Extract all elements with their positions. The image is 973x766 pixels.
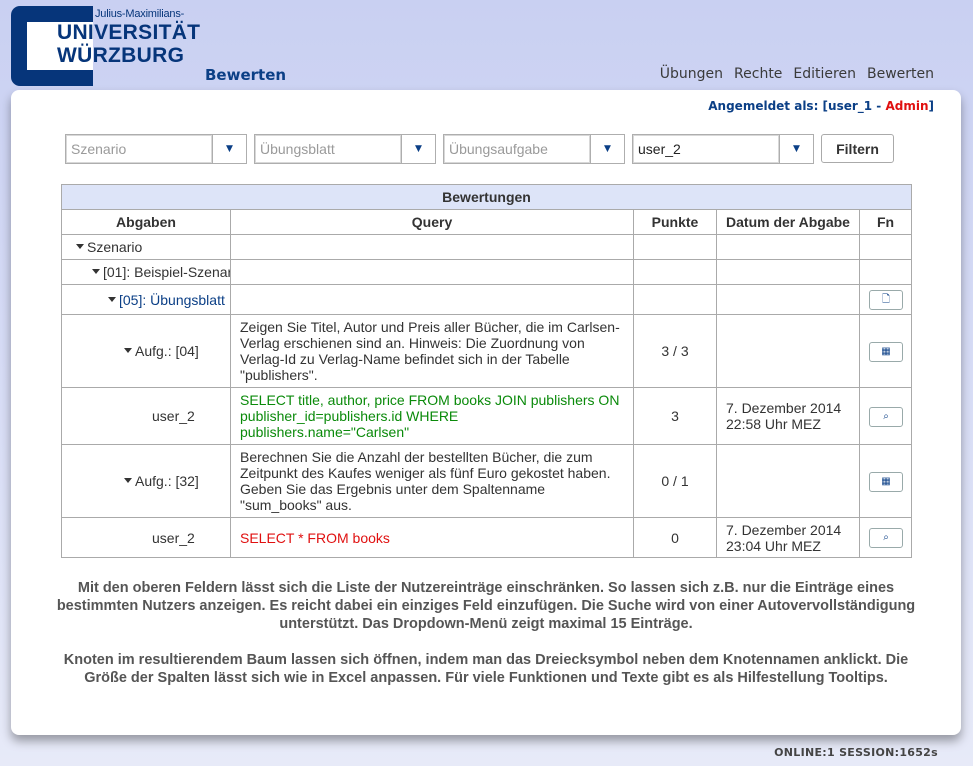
points-cell: 0 xyxy=(633,517,717,558)
fn-cell: ⌕ xyxy=(859,387,912,445)
tree-row[interactable]: Aufg.: [04] Zeigen Sie Titel, Autor und … xyxy=(61,314,912,388)
login-suffix: ] xyxy=(928,99,934,113)
user-dropdown-button[interactable]: ▼ xyxy=(780,134,814,164)
date-cell: 7. Dezember 2014 23:04 Uhr MEZ xyxy=(716,517,860,558)
query-cell: SELECT * FROM books xyxy=(230,517,634,558)
query-cell xyxy=(230,284,634,315)
szenario-dropdown-button[interactable]: ▼ xyxy=(213,134,247,164)
chevron-down-icon: ▼ xyxy=(226,144,233,154)
query-cell: SELECT title, author, price FROM books J… xyxy=(230,387,634,445)
uebungsaufgabe-dropdown-button[interactable]: ▼ xyxy=(591,134,625,164)
points-cell xyxy=(633,259,717,285)
main-panel: Angemeldet als: [user_1 - Admin] ▼ ▼ ▼ ▼… xyxy=(11,90,961,735)
szenario-input[interactable] xyxy=(65,134,213,164)
query-cell: Zeigen Sie Titel, Autor und Preis aller … xyxy=(230,314,634,388)
date-cell: 7. Dezember 2014 22:58 Uhr MEZ xyxy=(716,387,860,445)
date-cell xyxy=(716,284,860,315)
tree-node[interactable]: Aufg.: [32] xyxy=(61,444,231,518)
logo-subtitle: Julius-Maximilians- xyxy=(95,8,185,20)
query-cell xyxy=(230,234,634,260)
expand-triangle-icon[interactable] xyxy=(92,269,100,274)
query-cell: Berechnen Sie die Anzahl der bestellten … xyxy=(230,444,634,518)
tree-row[interactable]: user_2 SELECT title, author, price FROM … xyxy=(61,387,912,445)
node-label[interactable]: [05]: Übungsblatt xyxy=(119,292,225,308)
points-cell: 3 / 3 xyxy=(633,314,717,388)
column-header-datum[interactable]: Datum der Abgabe xyxy=(716,209,860,235)
expand-triangle-icon[interactable] xyxy=(124,348,132,353)
nav-uebungen[interactable]: Übungen xyxy=(660,66,723,82)
date-cell xyxy=(716,444,860,518)
fn-cell: ▦ xyxy=(859,314,912,388)
node-label: Szenario xyxy=(87,239,143,255)
column-header-query[interactable]: Query xyxy=(230,209,634,235)
node-label: Aufg.: [04] xyxy=(135,343,199,359)
points-cell: 0 / 1 xyxy=(633,444,717,518)
szenario-combobox: ▼ xyxy=(65,134,247,164)
session-status: ONLINE:1 SESSION:1652s xyxy=(774,746,938,759)
tree-row[interactable]: [01]: Beispiel-Szenario xyxy=(61,259,912,285)
nav-bewerten[interactable]: Bewerten xyxy=(867,66,934,82)
user-input[interactable] xyxy=(632,134,780,164)
chevron-down-icon: ▼ xyxy=(415,144,422,154)
tree-node[interactable]: Szenario xyxy=(61,234,231,260)
query-cell xyxy=(230,259,634,285)
login-prefix: Angemeldet als: [user_1 - xyxy=(708,99,886,113)
tree-node[interactable]: [05]: Übungsblatt xyxy=(61,284,231,315)
bewertungen-tree-grid: Bewertungen Abgaben Query Punkte Datum d… xyxy=(61,184,912,558)
column-header-abgaben[interactable]: Abgaben xyxy=(61,209,231,235)
node-label: [01]: Beispiel-Szenario xyxy=(103,264,231,280)
uebungsaufgabe-combobox: ▼ xyxy=(443,134,625,164)
help-text-tree: Knoten im resultierendem Baum lassen sic… xyxy=(63,652,909,686)
chevron-down-icon: ▼ xyxy=(604,144,611,154)
chevron-down-icon: ▼ xyxy=(793,144,800,154)
column-header-fn[interactable]: Fn xyxy=(859,209,912,235)
column-header-punkte[interactable]: Punkte xyxy=(633,209,717,235)
expand-triangle-icon[interactable] xyxy=(108,296,116,302)
filter-button[interactable]: Filtern xyxy=(821,134,894,163)
fn-cell: ▦ xyxy=(859,444,912,518)
page-title: Bewerten xyxy=(205,66,287,84)
expand-triangle-icon[interactable] xyxy=(76,244,84,249)
uebungsblatt-dropdown-button[interactable]: ▼ xyxy=(402,134,436,164)
date-cell xyxy=(716,259,860,285)
login-info: Angemeldet als: [user_1 - Admin] xyxy=(708,99,934,113)
tree-row[interactable]: [05]: Übungsblatt 🗋 xyxy=(61,284,912,315)
document-icon[interactable]: 🗋 xyxy=(869,290,903,310)
university-logo: Julius-Maximilians- UNIVERSITÄT WÜRZBURG xyxy=(11,6,200,86)
date-cell xyxy=(716,314,860,388)
nav-rechte[interactable]: Rechte xyxy=(734,66,782,82)
login-role[interactable]: Admin xyxy=(885,99,928,113)
tree-node[interactable]: [01]: Beispiel-Szenario xyxy=(61,259,231,285)
points-cell: 3 xyxy=(633,387,717,445)
tree-row[interactable]: user_2 SELECT * FROM books 0 7. Dezember… xyxy=(61,517,912,558)
top-navigation: Übungen Rechte Editieren Bewerten xyxy=(660,66,934,82)
fn-cell xyxy=(859,259,912,285)
logo-line-2: WÜRZBURG xyxy=(57,44,185,67)
tree-leaf[interactable]: user_2 xyxy=(61,387,231,445)
help-text-filters: Mit den oberen Feldern lässt sich die Li… xyxy=(56,580,916,632)
expand-triangle-icon[interactable] xyxy=(124,478,132,483)
table-icon[interactable]: ▦ xyxy=(869,471,903,492)
search-icon[interactable]: ⌕ xyxy=(869,528,903,548)
user-combobox: ▼ xyxy=(632,134,814,164)
tree-row[interactable]: Szenario xyxy=(61,234,912,260)
uebungsblatt-combobox: ▼ xyxy=(254,134,436,164)
fn-cell xyxy=(859,234,912,260)
fn-cell: ⌕ xyxy=(859,517,912,558)
tree-row[interactable]: Aufg.: [32] Berechnen Sie die Anzahl der… xyxy=(61,444,912,518)
uebungsaufgabe-input[interactable] xyxy=(443,134,591,164)
date-cell xyxy=(716,234,860,260)
grid-title: Bewertungen xyxy=(61,184,912,210)
fn-cell: 🗋 xyxy=(859,284,912,315)
tree-node[interactable]: Aufg.: [04] xyxy=(61,314,231,388)
logo-line-1: UNIVERSITÄT xyxy=(57,21,201,44)
tree-leaf[interactable]: user_2 xyxy=(61,517,231,558)
points-cell xyxy=(633,284,717,315)
node-label: Aufg.: [32] xyxy=(135,473,199,489)
uebungsblatt-input[interactable] xyxy=(254,134,402,164)
table-icon[interactable]: ▦ xyxy=(869,341,903,362)
nav-editieren[interactable]: Editieren xyxy=(793,66,856,82)
search-icon[interactable]: ⌕ xyxy=(869,406,903,427)
points-cell xyxy=(633,234,717,260)
